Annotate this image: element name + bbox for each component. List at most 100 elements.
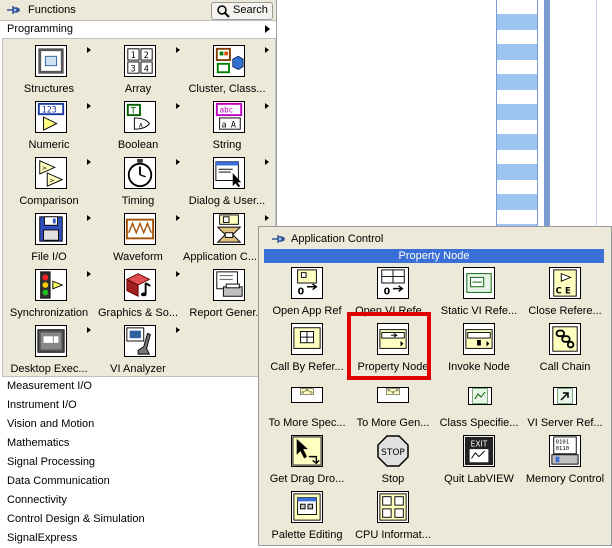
svg-text:EXIT: EXIT: [471, 439, 488, 448]
palette-item-static-vi-reference[interactable]: Static VI Refe...: [436, 263, 522, 319]
palette-item-vi-analyzer[interactable]: VI Analyzer: [92, 321, 184, 377]
palette-item-quit-labview[interactable]: EXIT Quit LabVIEW: [436, 431, 522, 487]
svg-text:>: >: [49, 176, 55, 184]
dialog-icon: [213, 157, 245, 189]
svg-text:a: a: [222, 119, 227, 129]
timing-icon: [124, 157, 156, 189]
vi-server-reference-icon: [553, 387, 577, 405]
svg-text:4: 4: [144, 63, 149, 73]
palette-item-string[interactable]: abc a A String: [181, 97, 273, 153]
functions-palette: Functions Search Programming Structures …: [0, 0, 277, 546]
cluster-class-icon: [213, 45, 245, 77]
palette-editing-icon: [291, 491, 323, 523]
graphics-sound-icon: [124, 269, 156, 301]
string-icon: abc a A: [213, 101, 245, 133]
svg-text:0101: 0101: [556, 440, 570, 446]
palette-item-boolean[interactable]: T ∧ Boolean: [92, 97, 184, 153]
category-signal-processing[interactable]: Signal Processing: [7, 453, 145, 472]
palette-item-to-more-generic[interactable]: To More Gen...: [350, 375, 436, 431]
palette-item-synchronization[interactable]: Synchronization: [3, 265, 95, 321]
search-button-label: Search: [233, 4, 268, 16]
palette-item-get-drag-drop[interactable]: Get Drag Dro...: [264, 431, 350, 487]
application-control-icon: [213, 213, 245, 245]
category-control-design[interactable]: Control Design & Simulation: [7, 510, 145, 529]
svg-text:>: >: [42, 164, 48, 172]
call-by-reference-icon: [291, 323, 323, 355]
palette-item-file-io[interactable]: File I/O: [3, 209, 95, 265]
svg-text:STOP: STOP: [381, 448, 405, 458]
palette-item-call-chain[interactable]: Call Chain: [522, 319, 608, 375]
svg-text:abc: abc: [220, 105, 234, 114]
svg-text:T: T: [130, 105, 137, 115]
palette-item-stop[interactable]: STOP Stop: [350, 431, 436, 487]
stop-icon: STOP: [377, 435, 409, 467]
svg-text:2: 2: [144, 50, 149, 60]
background-window-edge: [544, 0, 550, 230]
open-app-ref-icon: 0: [291, 267, 323, 299]
palette-item-structures[interactable]: Structures: [3, 41, 95, 97]
magnifier-icon: [217, 5, 230, 18]
palette-item-dialog-user[interactable]: Dialog & User...: [181, 153, 273, 209]
report-generation-icon: [213, 269, 245, 301]
comparison-icon: > >: [35, 157, 67, 189]
palette-item-memory-control[interactable]: 0101 0110 Memory Control: [522, 431, 608, 487]
palette-item-invoke-node[interactable]: Invoke Node: [436, 319, 522, 375]
selected-item-bar: Property Node: [264, 249, 604, 263]
category-vision-motion[interactable]: Vision and Motion: [7, 415, 145, 434]
category-instrument-io[interactable]: Instrument I/O: [7, 396, 145, 415]
palette-item-desktop-execution[interactable]: Desktop Exec...: [3, 321, 95, 377]
to-more-generic-icon: [377, 387, 409, 403]
thumbtack-icon[interactable]: [6, 3, 20, 17]
palette-item-cpu-information[interactable]: CPU Informat...: [350, 487, 436, 543]
palette-item-comparison[interactable]: > > Comparison: [3, 153, 95, 209]
close-reference-icon: C E: [549, 267, 581, 299]
svg-text:A: A: [231, 119, 236, 129]
waveform-icon: [124, 213, 156, 245]
svg-text:0: 0: [298, 286, 305, 297]
category-measurement-io[interactable]: Measurement I/O: [7, 377, 145, 396]
svg-text:3: 3: [131, 63, 136, 73]
palette-item-call-by-reference[interactable]: Call By Refer...: [264, 319, 350, 375]
palette-item-class-specifier[interactable]: Class Specifie...: [436, 375, 522, 431]
category-signalexpress[interactable]: SignalExpress: [7, 529, 145, 548]
functions-palette-title: Functions: [28, 4, 76, 16]
property-node-highlight-box: [347, 312, 431, 380]
svg-text:0: 0: [384, 286, 391, 297]
structures-icon: [35, 45, 67, 77]
array-icon: 1 2 3 4: [124, 45, 156, 77]
file-io-icon: [35, 213, 67, 245]
numeric-icon: 123: [35, 101, 67, 133]
palette-item-open-vi-reference[interactable]: 0 Open VI Refe...: [350, 263, 436, 319]
static-vi-reference-icon: [463, 267, 495, 299]
svg-text:123: 123: [42, 104, 57, 114]
class-specifier-icon: [468, 387, 492, 405]
quit-labview-icon: EXIT: [463, 435, 495, 467]
palette-item-waveform[interactable]: Waveform: [92, 209, 184, 265]
category-programming[interactable]: Programming: [7, 23, 73, 35]
vi-analyzer-icon: [124, 325, 156, 357]
palette-item-timing[interactable]: Timing: [92, 153, 184, 209]
palette-item-graphics-sound[interactable]: Graphics & So...: [92, 265, 184, 321]
search-button[interactable]: Search: [211, 2, 273, 20]
background-divider: [596, 0, 597, 230]
call-chain-icon: [549, 323, 581, 355]
palette-item-vi-server-reference[interactable]: VI Server Ref...: [522, 375, 608, 431]
palette-item-array[interactable]: 1 2 3 4 Array: [92, 41, 184, 97]
palette-item-palette-editing[interactable]: Palette Editing: [264, 487, 350, 543]
palette-item-cluster-class[interactable]: Cluster, Class...: [181, 41, 273, 97]
get-drag-drop-icon: [291, 435, 323, 467]
thumbtack-icon[interactable]: [271, 232, 285, 246]
palette-item-open-app-ref[interactable]: 0 Open App Ref: [264, 263, 350, 319]
palette-item-numeric[interactable]: 123 Numeric: [3, 97, 95, 153]
palette-item-to-more-specific[interactable]: To More Spec...: [264, 375, 350, 431]
cpu-information-icon: [377, 491, 409, 523]
category-connectivity[interactable]: Connectivity: [7, 491, 145, 510]
category-data-communication[interactable]: Data Communication: [7, 472, 145, 491]
svg-text:E: E: [565, 285, 571, 295]
open-vi-reference-icon: 0: [377, 267, 409, 299]
application-control-grid: 0 Open App Ref 0 Open VI Refe... Static …: [264, 263, 604, 543]
category-mathematics[interactable]: Mathematics: [7, 434, 145, 453]
palette-item-close-reference[interactable]: C E Close Refere...: [522, 263, 608, 319]
programming-palette-grid: Structures 1 2 3 4 Array Cluster, Class.: [2, 38, 276, 377]
memory-control-icon: 0101 0110: [549, 435, 581, 467]
